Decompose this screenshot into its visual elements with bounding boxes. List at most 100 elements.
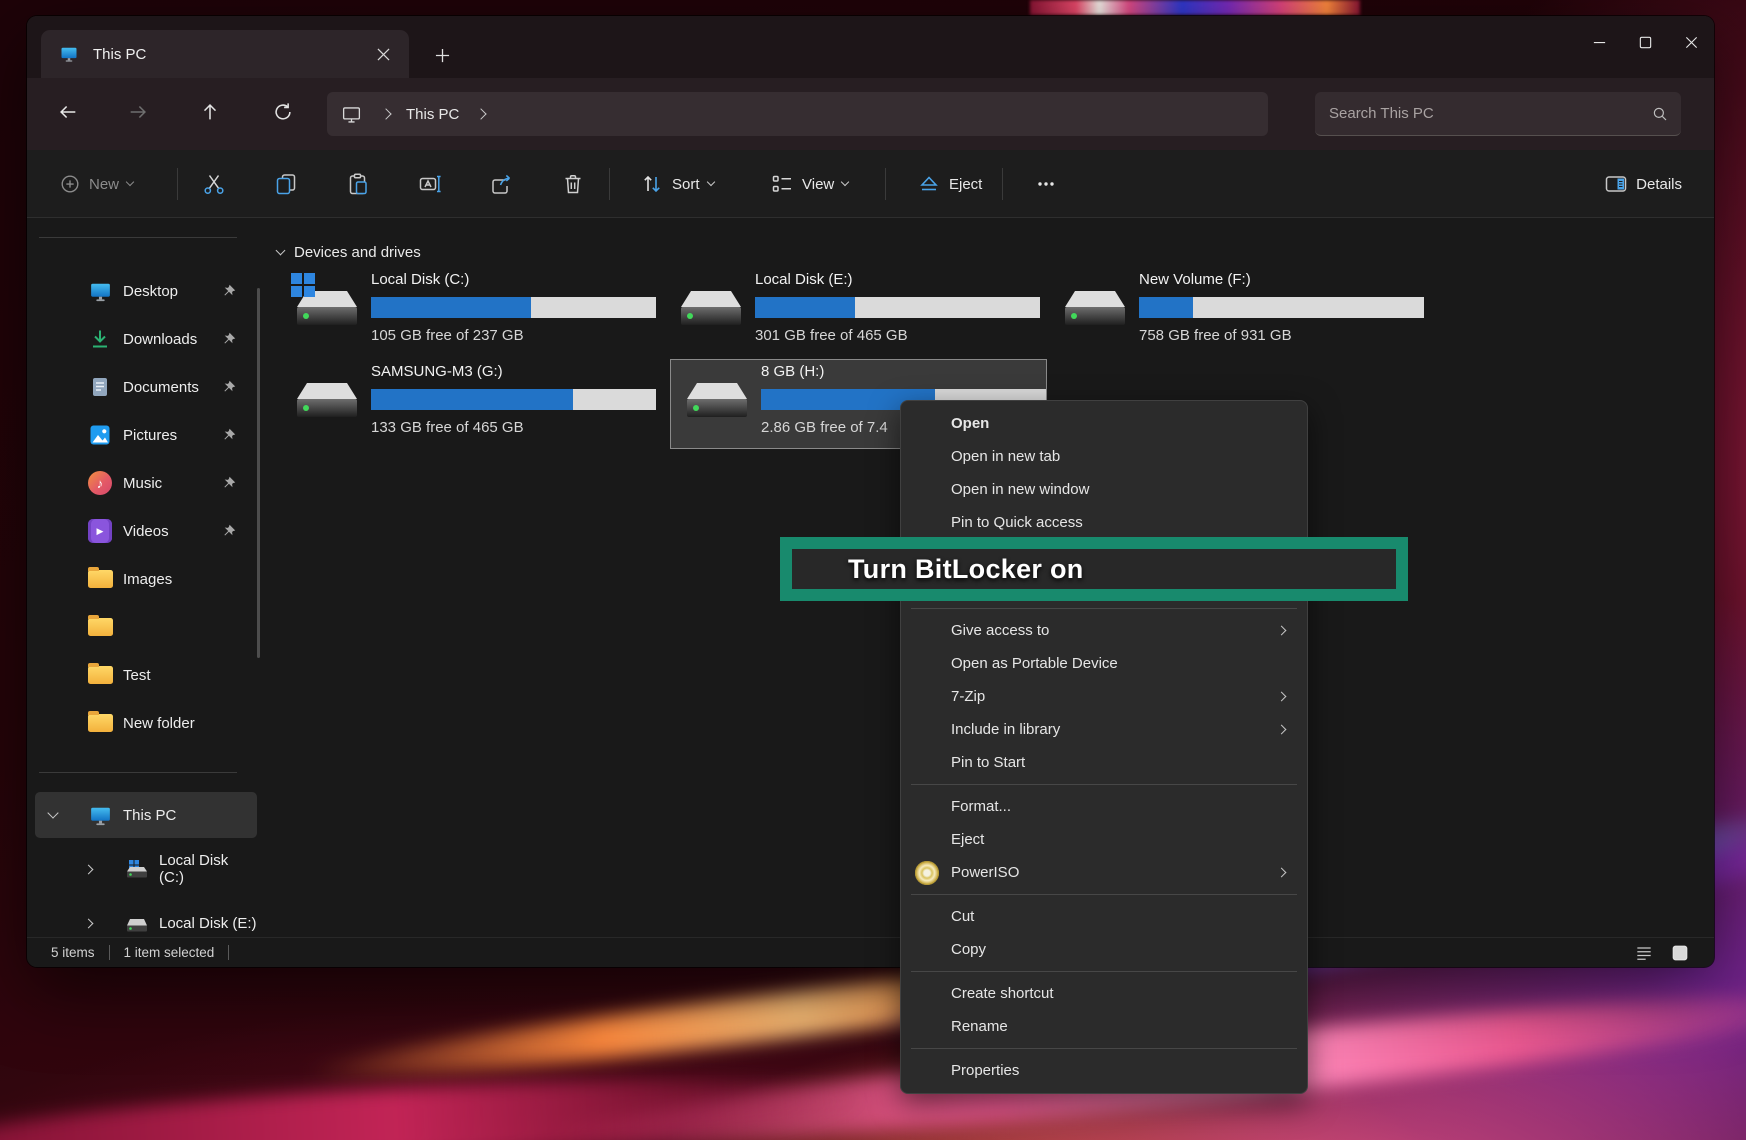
menu-item-properties[interactable]: Properties (901, 1054, 1307, 1087)
sidebar-item-documents[interactable]: Documents (35, 364, 257, 410)
details-button[interactable]: Details (1596, 163, 1690, 205)
minimize-button[interactable] (1576, 20, 1622, 64)
menu-item-open-in-new-tab[interactable]: Open in new tab (901, 440, 1307, 473)
menu-item-copy[interactable]: Copy (901, 933, 1307, 966)
menu-item-eject[interactable]: Eject (901, 823, 1307, 856)
drive-tile-e[interactable]: Local Disk (E:) 301 GB free of 465 GB (679, 271, 1041, 353)
share-button[interactable] (480, 163, 522, 205)
close-window-button[interactable] (1668, 20, 1714, 64)
chevron-right-icon[interactable] (84, 918, 94, 928)
cut-button[interactable] (193, 163, 235, 205)
toolbar-separator (177, 168, 178, 200)
delete-button[interactable] (552, 163, 594, 205)
refresh-button[interactable] (263, 92, 303, 132)
new-tab-button[interactable] (427, 40, 457, 70)
drive-free-space: 2.86 GB free of 7.4 (761, 419, 888, 436)
pin-icon (220, 331, 237, 348)
thumbnail-view-icon[interactable] (1670, 943, 1690, 963)
window-controls (1576, 16, 1714, 72)
documents-icon (88, 375, 112, 399)
context-menu: Open Open in new tab Open in new window … (900, 400, 1308, 1094)
bitlocker-highlight-annotation: Turn BitLocker on (780, 537, 1408, 601)
drive-name: 8 GB (H:) (761, 363, 824, 380)
sidebar-item-local-disk-c[interactable]: Local Disk (C:) (35, 846, 257, 892)
plus-circle-icon (59, 173, 81, 195)
cut-icon (202, 172, 226, 196)
breadcrumb-this-pc[interactable]: This PC (406, 106, 459, 123)
sidebar-divider (39, 772, 237, 773)
pin-icon (220, 475, 237, 492)
rename-button[interactable] (409, 163, 451, 205)
navigation-pane: Desktop Downloads Documents Pictures (27, 218, 265, 937)
this-pc-monitor-icon (59, 44, 79, 64)
sidebar-item-images[interactable]: Images (35, 556, 257, 602)
more-button[interactable] (1025, 163, 1067, 205)
menu-item-pin-to-quick-access[interactable]: Pin to Quick access (901, 506, 1307, 539)
chevron-down-icon (276, 246, 286, 256)
menu-item-pin-to-start[interactable]: Pin to Start (901, 746, 1307, 779)
paste-icon (346, 172, 370, 196)
menu-item-give-access-to[interactable]: Give access to (901, 614, 1307, 647)
pin-icon (220, 523, 237, 540)
copy-button[interactable] (265, 163, 307, 205)
chevron-right-icon[interactable] (84, 864, 94, 874)
chevron-right-icon (1277, 725, 1287, 735)
sort-button[interactable]: Sort (632, 163, 722, 205)
menu-separator (911, 1048, 1297, 1049)
section-header-devices[interactable]: Devices and drives (277, 244, 421, 261)
menu-item-poweriso[interactable]: PowerISO (901, 856, 1307, 889)
up-button[interactable] (190, 92, 230, 132)
selected-count: 1 item selected (124, 945, 215, 960)
eject-button[interactable]: Eject (909, 163, 990, 205)
sidebar-item-this-pc[interactable]: This PC (35, 792, 257, 838)
sidebar-item-music[interactable]: ♪ Music (35, 460, 257, 506)
sidebar-item-new-folder[interactable]: New folder (35, 700, 257, 746)
tab-this-pc[interactable]: This PC (41, 30, 409, 78)
folder-icon (88, 666, 113, 684)
sidebar-item-test[interactable]: Test (35, 652, 257, 698)
tab-strip: This PC (27, 16, 1714, 78)
sidebar-item-pictures[interactable]: Pictures (35, 412, 257, 458)
back-button[interactable] (48, 92, 88, 132)
menu-item-open[interactable]: Open (901, 407, 1307, 440)
desktop-icon (88, 279, 113, 304)
paste-button[interactable] (337, 163, 379, 205)
view-button[interactable]: View (762, 163, 856, 205)
chevron-down-icon[interactable] (47, 807, 58, 818)
menu-item-7zip[interactable]: 7-Zip (901, 680, 1307, 713)
windows-logo-icon (291, 273, 316, 298)
menu-item-rename[interactable]: Rename (901, 1010, 1307, 1043)
menu-item-format[interactable]: Format... (901, 790, 1307, 823)
poweriso-disc-icon (915, 861, 939, 885)
menu-item-cut[interactable]: Cut (901, 900, 1307, 933)
monitor-icon (341, 104, 362, 125)
forward-button[interactable] (118, 92, 158, 132)
drive-icon (679, 283, 743, 329)
breadcrumb[interactable]: This PC (327, 92, 1268, 136)
details-view-icon[interactable] (1634, 943, 1654, 963)
menu-item-create-shortcut[interactable]: Create shortcut (901, 977, 1307, 1010)
sidebar-item-videos[interactable]: ▶ Videos (35, 508, 257, 554)
refresh-icon (272, 101, 294, 123)
sidebar-item-downloads[interactable]: Downloads (35, 316, 257, 362)
drive-tile-c[interactable]: Local Disk (C:) 105 GB free of 237 GB (295, 271, 657, 353)
sidebar-scrollbar[interactable] (257, 288, 260, 658)
menu-item-open-as-portable-device[interactable]: Open as Portable Device (901, 647, 1307, 680)
sidebar-item-local-disk-e[interactable]: Local Disk (E:) (35, 900, 257, 937)
sidebar-divider (39, 237, 237, 238)
search-input[interactable] (1327, 104, 1651, 123)
drive-tile-f[interactable]: New Volume (F:) 758 GB free of 931 GB (1063, 271, 1425, 353)
sidebar-item-desktop[interactable]: Desktop (35, 268, 257, 314)
close-icon (1684, 35, 1699, 50)
menu-item-include-in-library[interactable]: Include in library (901, 713, 1307, 746)
sidebar-item-folder[interactable] (35, 604, 257, 650)
more-dots-icon (1034, 172, 1058, 196)
drive-tile-g[interactable]: SAMSUNG-M3 (G:) 133 GB free of 465 GB (295, 363, 657, 445)
menu-item-turn-bitlocker-on[interactable]: Turn BitLocker on (792, 549, 1396, 589)
menu-separator (911, 608, 1297, 609)
maximize-button[interactable] (1622, 20, 1668, 64)
menu-item-open-in-new-window[interactable]: Open in new window (901, 473, 1307, 506)
search-box[interactable] (1315, 92, 1681, 136)
new-button[interactable]: New (51, 163, 141, 205)
tab-close-button[interactable] (369, 40, 397, 68)
